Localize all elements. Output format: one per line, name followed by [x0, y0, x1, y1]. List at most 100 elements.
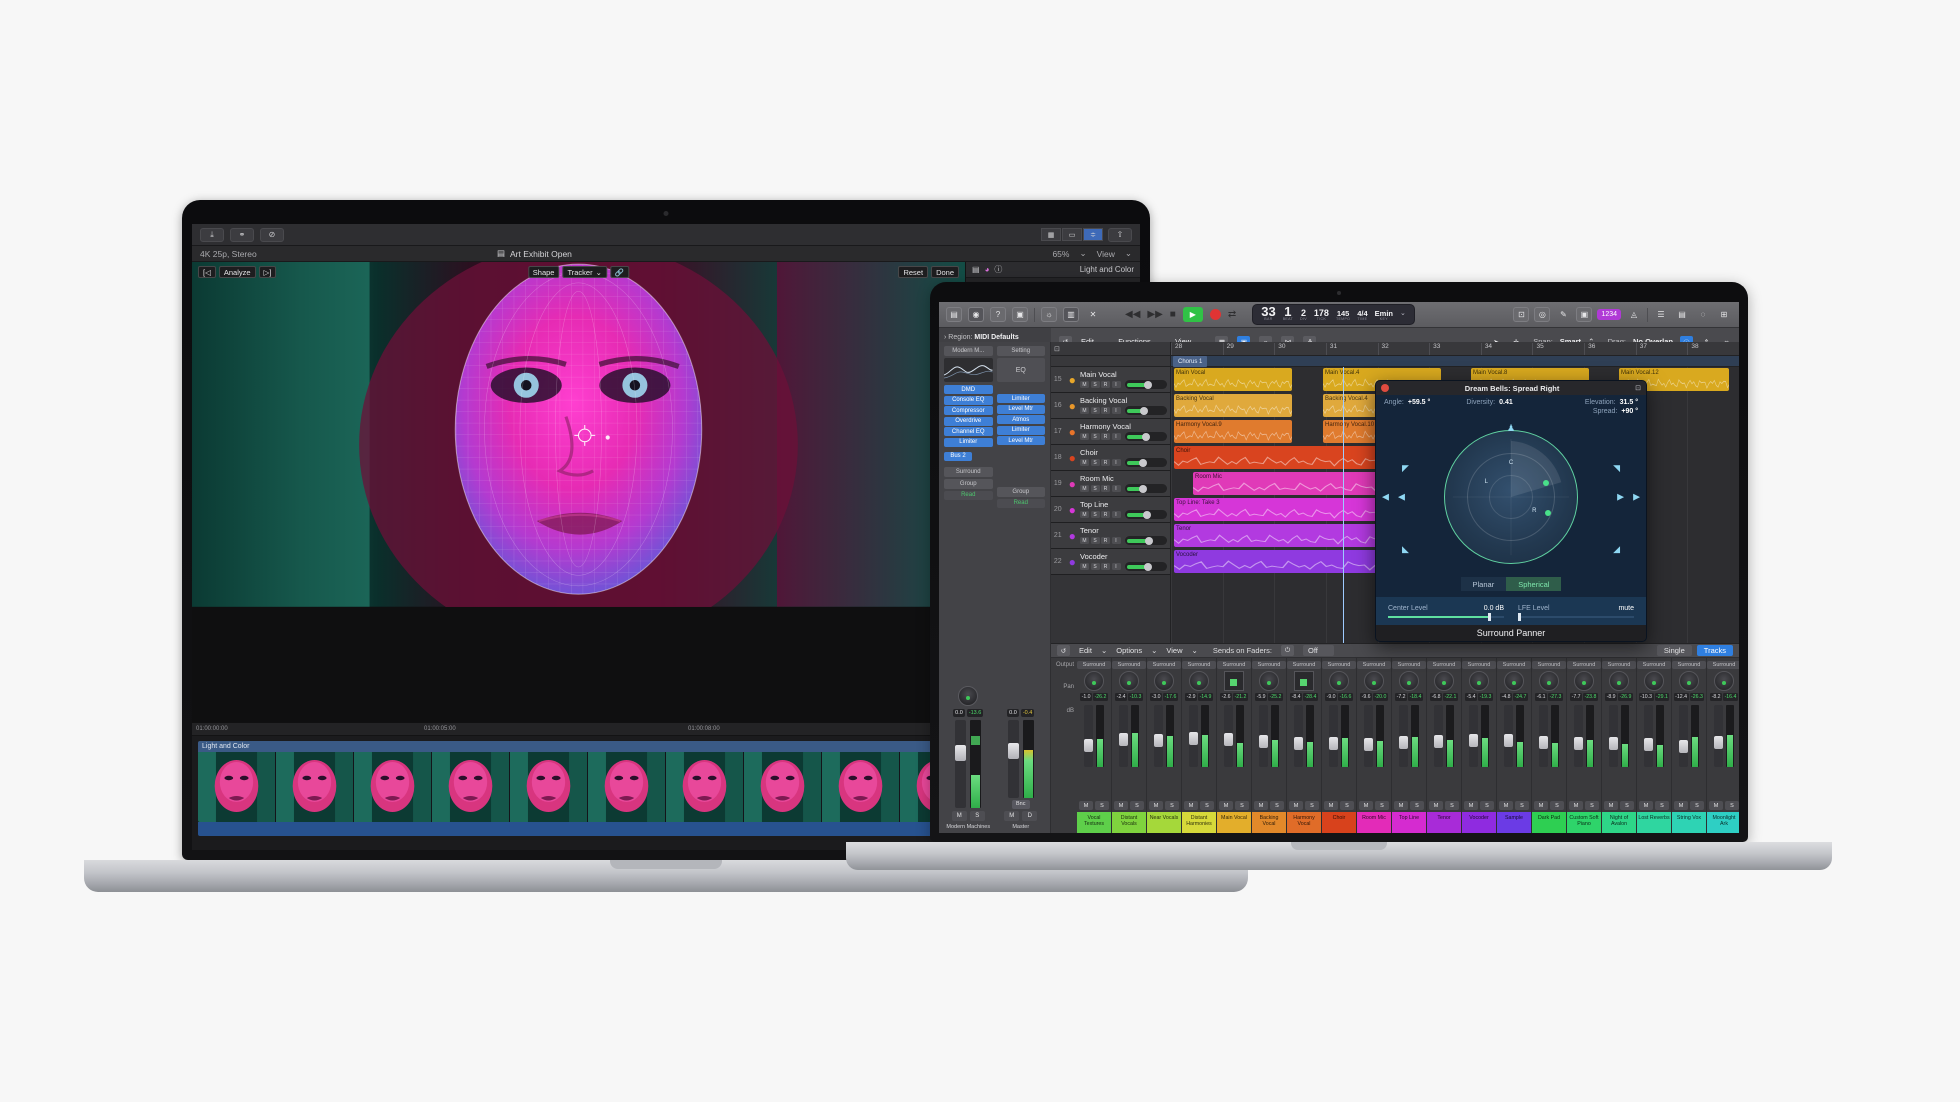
channel-mute-button[interactable]: M	[1709, 801, 1723, 810]
surround-panner-window[interactable]: Dream Bells: Spread Right ⊡ Angle: +59.5…	[1375, 380, 1647, 642]
insp-channel-name[interactable]: Modern M...	[944, 346, 993, 356]
track-mute-button[interactable]: M	[1080, 407, 1089, 414]
channel-mute-button[interactable]: M	[1149, 801, 1163, 810]
power-icon[interactable]: ⏻	[1281, 645, 1294, 656]
logic-track-header[interactable]: 15●Main VocalMSRI	[1051, 367, 1170, 393]
pan-knob[interactable]	[1084, 671, 1104, 691]
channel-solo-button[interactable]: S	[1270, 801, 1284, 810]
track-record-button[interactable]: R	[1101, 381, 1110, 388]
center-level-value[interactable]: 0.0 dB	[1484, 605, 1504, 612]
fcp-zoom-menu[interactable]: 65%	[1052, 249, 1069, 259]
mixer-channel-strip[interactable]: Surround-6.8-22.1MSTenor	[1427, 658, 1462, 833]
insp-eq-thumbnail[interactable]	[944, 358, 993, 382]
surround-pan-grid[interactable]	[1224, 671, 1244, 691]
channel-volume-fader[interactable]	[1224, 705, 1233, 767]
pan-knob[interactable]	[1644, 671, 1664, 691]
lfe-level-slider[interactable]	[1518, 616, 1634, 618]
insp-rplugin-1[interactable]: Level Mtr	[997, 405, 1046, 414]
channel-db-value[interactable]: -6.8	[1430, 693, 1442, 701]
track-solo-button[interactable]: S	[1091, 485, 1100, 492]
track-mute-button[interactable]: M	[1080, 485, 1089, 492]
channel-output[interactable]: Surround	[1392, 661, 1426, 669]
toolbar-icon[interactable]: ▣	[1012, 307, 1028, 322]
channel-name-label[interactable]: Lost Reverbs	[1637, 812, 1671, 833]
channel-db-value[interactable]: -8.2	[1710, 693, 1722, 701]
browser-icon[interactable]: ⊞	[1716, 307, 1732, 322]
sends-on-faders-value[interactable]: Off	[1303, 645, 1334, 656]
channel-solo-button[interactable]: S	[1515, 801, 1529, 810]
panner-source-dot-1[interactable]	[1543, 480, 1549, 486]
channel-output[interactable]: Surround	[1672, 661, 1706, 669]
chevron-down-icon[interactable]: ⌄	[1079, 248, 1086, 259]
channel-name-label[interactable]: Backing Vocal	[1252, 812, 1286, 833]
cycle-icon[interactable]: ⇄	[1228, 309, 1236, 320]
channel-solo-button[interactable]: S	[1550, 801, 1564, 810]
channel-volume-fader[interactable]	[1644, 705, 1653, 767]
center-level-slider[interactable]	[1388, 616, 1504, 618]
mixer-channel-strip[interactable]: Surround-7.7-23.8MSCustom Soft Piano	[1567, 658, 1602, 833]
channel-output[interactable]: Surround	[1357, 661, 1391, 669]
pan-knob[interactable]	[1714, 671, 1734, 691]
insp-setting-button[interactable]: Setting	[997, 346, 1046, 356]
channel-output[interactable]: Surround	[1147, 661, 1181, 669]
editors-icon[interactable]: ✕	[1085, 307, 1101, 322]
mixer-undo-icon[interactable]: ↺	[1057, 645, 1070, 656]
metronome-icon[interactable]: ◎	[1534, 307, 1550, 322]
logic-cpu-badge[interactable]: 1234	[1597, 309, 1621, 320]
channel-db-value[interactable]: -3.0	[1150, 693, 1162, 701]
panner-center-level[interactable]: Center Level 0.0 dB	[1388, 605, 1504, 618]
panner-spread-value[interactable]: +90 °	[1621, 408, 1638, 415]
insp-mute-button[interactable]: M	[952, 811, 967, 821]
track-record-button[interactable]: R	[1101, 407, 1110, 414]
pan-knob[interactable]	[1189, 671, 1209, 691]
pan-knob[interactable]	[1539, 671, 1559, 691]
channel-name-label[interactable]: Harmony Vocal	[1287, 812, 1321, 833]
insp-plugin-2[interactable]: Overdrive	[944, 417, 993, 426]
color-wheel-icon[interactable]: ◕	[985, 265, 990, 274]
smart-controls-icon[interactable]: ☼	[1041, 307, 1057, 322]
mixer-menu-view[interactable]: View	[1166, 646, 1182, 655]
mixer-single-button[interactable]: Single	[1657, 645, 1692, 656]
track-solo-button[interactable]: S	[1091, 563, 1100, 570]
logic-region-row[interactable]: › Region: MIDI Defaults	[944, 334, 1051, 341]
pan-knob[interactable]	[1679, 671, 1699, 691]
pencil-icon[interactable]: ✎	[1555, 307, 1571, 322]
channel-solo-button[interactable]: S	[1725, 801, 1739, 810]
channel-mute-button[interactable]: M	[1674, 801, 1688, 810]
channel-volume-fader[interactable]	[1504, 705, 1513, 767]
channel-volume-fader[interactable]	[1189, 705, 1198, 767]
channel-name-label[interactable]: Distant Vocals	[1112, 812, 1146, 833]
forward-icon[interactable]: ▶▶	[1147, 309, 1162, 320]
list-icon[interactable]: ☰	[1653, 307, 1669, 322]
channel-output[interactable]: Surround	[1182, 661, 1216, 669]
channel-solo-button[interactable]: S	[1690, 801, 1704, 810]
channel-mute-button[interactable]: M	[1429, 801, 1443, 810]
lcd-cell-key[interactable]: EminKEY	[1375, 310, 1393, 322]
play-icon[interactable]: ▶	[1183, 307, 1203, 322]
mixer-channel-strip[interactable]: Surround-8.4-28.4MSHarmony Vocal	[1287, 658, 1322, 833]
channel-output[interactable]: Surround	[1217, 661, 1251, 669]
tracker-menu[interactable]: Tracker ⌄	[562, 266, 606, 278]
channel-solo-button[interactable]: S	[1375, 801, 1389, 810]
channel-name-label[interactable]: Main Vocal	[1217, 812, 1251, 833]
channel-db-value[interactable]: -8.4	[1290, 693, 1302, 701]
track-record-button[interactable]: R	[1101, 511, 1110, 518]
track-record-button[interactable]: R	[1101, 485, 1110, 492]
panner-titlebar[interactable]: Dream Bells: Spread Right ⊡	[1376, 381, 1646, 395]
channel-name-label[interactable]: Room Mic	[1357, 812, 1391, 833]
channel-mute-button[interactable]: M	[1184, 801, 1198, 810]
logic-ruler-corner[interactable]: ⊡	[1051, 342, 1171, 355]
insp-db-value[interactable]: 0.0	[953, 709, 965, 717]
insp-automation[interactable]: Read	[944, 491, 993, 500]
channel-db-value[interactable]: -9.0	[1325, 693, 1337, 701]
track-solo-button[interactable]: S	[1091, 537, 1100, 544]
insp-plugin-4[interactable]: Limiter	[944, 438, 993, 447]
panner-diversity-value[interactable]: 0.41	[1499, 399, 1513, 406]
channel-solo-button[interactable]: S	[1655, 801, 1669, 810]
track-solo-button[interactable]: S	[1091, 433, 1100, 440]
track-input-button[interactable]: I	[1112, 407, 1121, 414]
track-input-button[interactable]: I	[1112, 537, 1121, 544]
insp-plugin-3[interactable]: Channel EQ	[944, 427, 993, 436]
channel-db-value[interactable]: -5.9	[1255, 693, 1267, 701]
out-point-icon[interactable]: ▷]	[259, 266, 277, 278]
